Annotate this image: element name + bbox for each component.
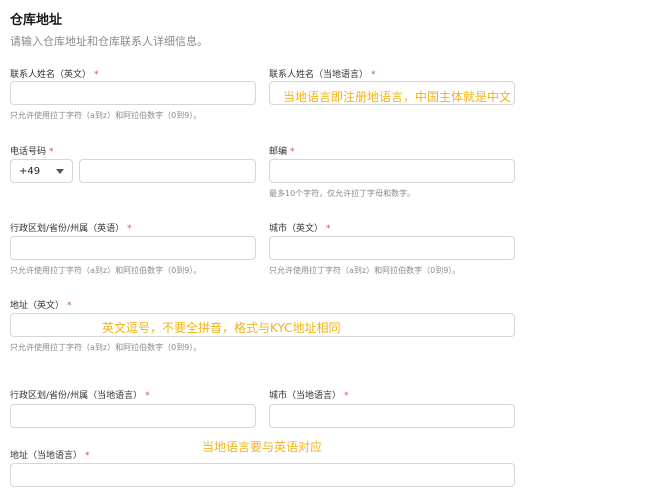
contact-name-en-hint: 只允许使用拉丁字符（a到z）和阿拉伯数字（0到9）。	[10, 111, 202, 120]
address-en-label: 地址（英文） *	[10, 301, 72, 311]
required-marker: *	[145, 391, 150, 401]
address-local-label: 地址（当地语言） *	[10, 451, 90, 461]
region-en-input[interactable]	[10, 236, 256, 260]
city-en-hint: 只允许使用拉丁字符（a到z）和阿拉伯数字（0到9）。	[269, 266, 461, 275]
city-local-label: 城市（当地语言） *	[269, 391, 349, 401]
postcode-input[interactable]	[269, 159, 515, 183]
postcode-hint: 最多10个字符，仅允许拉丁字母和数字。	[269, 189, 416, 198]
country-code-value: +49	[19, 165, 41, 177]
phone-label: 电话号码 *	[10, 147, 54, 157]
city-en-label: 城市（英文） *	[269, 224, 331, 234]
required-marker: *	[94, 70, 99, 80]
required-marker: *	[67, 301, 72, 311]
required-marker: *	[290, 147, 295, 157]
region-local-label: 行政区划/省份/州属（当地语言） *	[10, 391, 150, 401]
country-code-select[interactable]: +49	[10, 159, 73, 183]
required-marker: *	[85, 451, 90, 461]
region-en-label: 行政区划/省份/州属（英语） *	[10, 224, 132, 234]
city-en-input[interactable]	[269, 236, 515, 260]
contact-name-en-input[interactable]	[10, 81, 256, 105]
contact-name-en-label: 联系人姓名（英文） *	[10, 70, 99, 80]
region-en-hint: 只允许使用拉丁字符（a到z）和阿拉伯数字（0到9）。	[10, 266, 202, 275]
required-marker: *	[326, 224, 331, 234]
annotation-local-match: 当地语言要与英语对应	[202, 440, 323, 454]
address-en-hint: 只允许使用拉丁字符（a到z）和阿拉伯数字（0到9）。	[10, 343, 202, 352]
contact-name-local-label: 联系人姓名（当地语言） *	[269, 70, 376, 80]
phone-input[interactable]	[79, 159, 256, 183]
required-marker: *	[344, 391, 349, 401]
annotation-address-en: 英文逗号，不要全拼音，格式与KYC地址相同	[102, 321, 341, 335]
region-local-input[interactable]	[10, 404, 256, 428]
required-marker: *	[49, 147, 54, 157]
section-title: 仓库地址	[10, 13, 63, 28]
required-marker: *	[127, 224, 132, 234]
city-local-input[interactable]	[269, 404, 515, 428]
address-local-input[interactable]	[10, 463, 515, 487]
section-subtitle: 请输入仓库地址和仓库联系人详细信息。	[10, 35, 208, 48]
postcode-label: 邮编 *	[269, 147, 295, 157]
annotation-local-language: 当地语言即注册地语言，中国主体就是中文	[283, 90, 512, 104]
chevron-down-icon	[56, 168, 64, 174]
required-marker: *	[371, 70, 376, 80]
